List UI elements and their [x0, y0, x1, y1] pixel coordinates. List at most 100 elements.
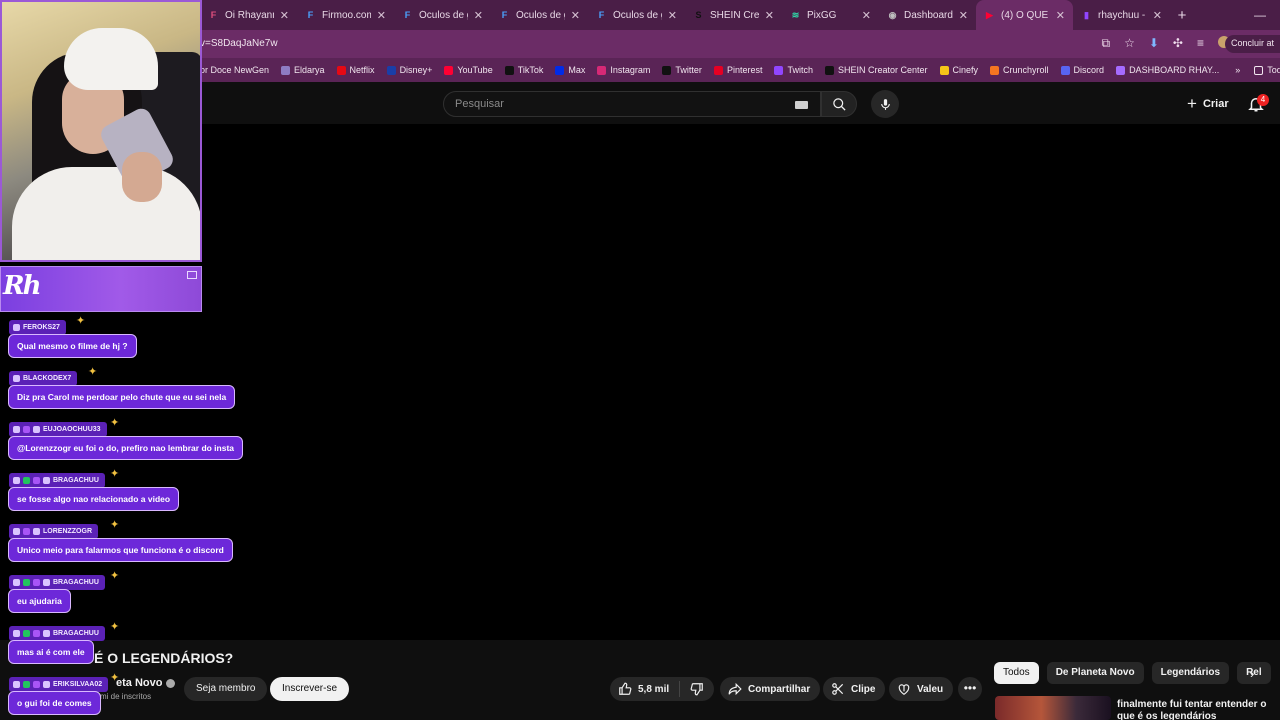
voice-search-button[interactable] — [871, 90, 899, 118]
webcam-cap — [64, 28, 158, 90]
tab-favicon-icon: F — [404, 10, 411, 20]
bookmark-item[interactable]: or Doce NewGen — [200, 65, 269, 75]
browser-tab[interactable]: S SHEIN Creat ✕ — [685, 0, 782, 30]
chat-badge-icon — [33, 426, 40, 433]
bookmarks-folder[interactable]: Todo — [1254, 65, 1280, 75]
bookmark-label: Netflix — [349, 65, 375, 75]
bookmark-item[interactable]: Netflix — [336, 65, 375, 75]
browser-tab[interactable]: F Óculos de g ✕ — [588, 0, 685, 30]
tab-close-icon[interactable]: ✕ — [959, 9, 968, 22]
bookmark-label: YouTube — [457, 65, 493, 75]
tab-favicon-icon: ◉ — [888, 9, 897, 20]
tab-close-icon[interactable]: ✕ — [474, 9, 483, 22]
browser-tab[interactable]: ▶ (4) O QUE É ✕ — [976, 0, 1073, 30]
bookmark-item[interactable]: Twitch — [774, 65, 813, 75]
chat-username-tag[interactable]: LORENZZOGR — [9, 524, 98, 539]
bookmark-item[interactable]: Max — [555, 65, 585, 75]
chat-badge-icon — [23, 477, 30, 484]
chat-username-tag[interactable]: BLACKODEX7 — [9, 371, 78, 386]
create-button[interactable]: + Criar — [1177, 91, 1239, 117]
chat-username-tag[interactable]: BRAGACHUU — [9, 473, 105, 488]
address-bar-icons: ⧉ ☆ ⬇ ✣ ≡ — [1102, 36, 1230, 51]
bookmark-item[interactable]: YouTube — [444, 65, 493, 75]
bookmark-item[interactable]: Disney+ — [386, 65, 432, 75]
tab-close-icon[interactable]: ✕ — [1153, 9, 1162, 22]
tab-title: Óculos de g — [516, 9, 565, 21]
chat-username-tag[interactable]: ERIKSILVAA02 — [9, 677, 109, 692]
bookmark-item[interactable]: SHEIN Creator Center — [824, 65, 928, 75]
subscribe-button[interactable]: Inscrever-se — [270, 677, 350, 701]
bookmark-favicon-icon — [990, 65, 1000, 75]
chat-username-tag[interactable]: EUJOAOCHUU33 — [9, 422, 107, 437]
browser-tab[interactable]: F Oi Rhayann ✕ — [200, 0, 297, 30]
tab-close-icon[interactable]: ✕ — [765, 9, 774, 22]
tab-title: rhaychuu - T — [1098, 9, 1147, 21]
tab-close-icon[interactable]: ✕ — [280, 9, 289, 22]
tab-close-icon[interactable]: ✕ — [1056, 9, 1065, 22]
thanks-button[interactable]: Valeu — [889, 677, 954, 701]
bookmark-item[interactable]: Cinefy — [939, 65, 978, 75]
browser-tab[interactable]: ▮ rhaychuu - T ✕ — [1073, 0, 1170, 30]
thanks-label: Valeu — [917, 683, 944, 695]
like-button[interactable]: 5,8 mil — [610, 681, 681, 697]
bookmark-item[interactable]: Twitter — [662, 65, 702, 75]
tab-close-icon[interactable]: ✕ — [668, 9, 677, 22]
clip-button[interactable]: Clipe — [823, 677, 886, 701]
chat-badge-icon — [13, 630, 20, 637]
chat-badge-icon — [23, 630, 30, 637]
new-tab-button[interactable]: + — [1170, 7, 1194, 24]
bookmark-star-icon[interactable]: ☆ — [1124, 36, 1135, 51]
tab-title: Óculos de g — [613, 9, 662, 21]
bookmark-favicon-icon — [555, 65, 565, 75]
bookmark-item[interactable]: TikTok — [504, 65, 543, 75]
media-icon[interactable]: ≡ — [1197, 36, 1204, 51]
browser-tab[interactable]: ◉ Dashboard ✕ — [879, 0, 976, 30]
bookmark-favicon-icon — [662, 65, 672, 75]
filter-chip[interactable]: De Planeta Novo — [1046, 662, 1144, 684]
tab-close-icon[interactable]: ✕ — [377, 9, 386, 22]
browser-tab[interactable]: ≋ PixGG ✕ — [782, 0, 879, 30]
bookmarks-overflow-icon[interactable]: » — [1235, 65, 1240, 75]
search-button[interactable] — [821, 91, 857, 117]
tab-close-icon[interactable]: ✕ — [571, 9, 580, 22]
update-button[interactable]: Concluir at — [1224, 35, 1280, 53]
chat-badge-icon — [43, 477, 50, 484]
search-input[interactable]: Pesquisar — [443, 91, 821, 117]
bookmark-item[interactable]: Crunchyroll — [990, 65, 1049, 75]
bookmark-favicon-icon — [1116, 65, 1126, 75]
filter-chip[interactable]: Legendários — [1151, 662, 1230, 684]
recommended-video[interactable]: finalmente fui tentar entender o que é o… — [995, 696, 1280, 720]
tab-close-icon[interactable]: ✕ — [862, 9, 871, 22]
dislike-button[interactable] — [680, 682, 704, 696]
chat-badge-icon — [13, 681, 20, 688]
browser-tab[interactable]: F Óculos de g ✕ — [394, 0, 491, 30]
chat-username-tag[interactable]: BRAGACHUU — [9, 575, 105, 590]
browser-tab[interactable]: F Óculos de g ✕ — [491, 0, 588, 30]
share-icon — [728, 682, 742, 696]
install-icon[interactable]: ⧉ — [1102, 36, 1111, 51]
extensions-icon[interactable]: ✣ — [1173, 36, 1183, 51]
bookmark-item[interactable]: DASHBOARD RHAY... — [1116, 65, 1219, 75]
chat-username-tag[interactable]: BRAGACHUU — [9, 626, 105, 641]
minimize-icon[interactable]: — — [1254, 8, 1266, 22]
more-actions-icon[interactable]: ••• — [958, 677, 982, 701]
scissors-icon — [832, 683, 844, 695]
browser-tab[interactable]: F Firmoo.com ✕ — [297, 0, 394, 30]
keyboard-icon[interactable] — [795, 101, 808, 109]
bookmark-item[interactable]: Eldarya — [281, 65, 325, 75]
chat-username-tag[interactable]: FEROKS27 — [9, 320, 66, 335]
bookmark-item[interactable]: Instagram — [597, 65, 650, 75]
extension-download-icon[interactable]: ⬇ — [1149, 36, 1159, 51]
share-button[interactable]: Compartilhar — [720, 677, 821, 701]
bookmark-label: Instagram — [610, 65, 651, 75]
chat-badge-icon — [43, 579, 50, 586]
url-field[interactable]: v=S8DaqJaNe7w — [200, 38, 278, 49]
stream-chat: FEROKS27 ✦ Qual mesmo o filme de hj ? BLACK… — [0, 312, 260, 720]
bookmark-item[interactable]: Pinterest — [713, 65, 762, 75]
recommended-thumbnail[interactable] — [995, 696, 1111, 720]
filter-chip[interactable]: Todos — [994, 662, 1039, 684]
chat-message: Unico meio para falarmos que funciona é … — [8, 538, 233, 562]
chips-next-icon[interactable]: › — [1250, 666, 1254, 681]
bookmark-item[interactable]: Discord — [1060, 65, 1104, 75]
tab-favicon-icon: ▶ — [986, 9, 993, 20]
